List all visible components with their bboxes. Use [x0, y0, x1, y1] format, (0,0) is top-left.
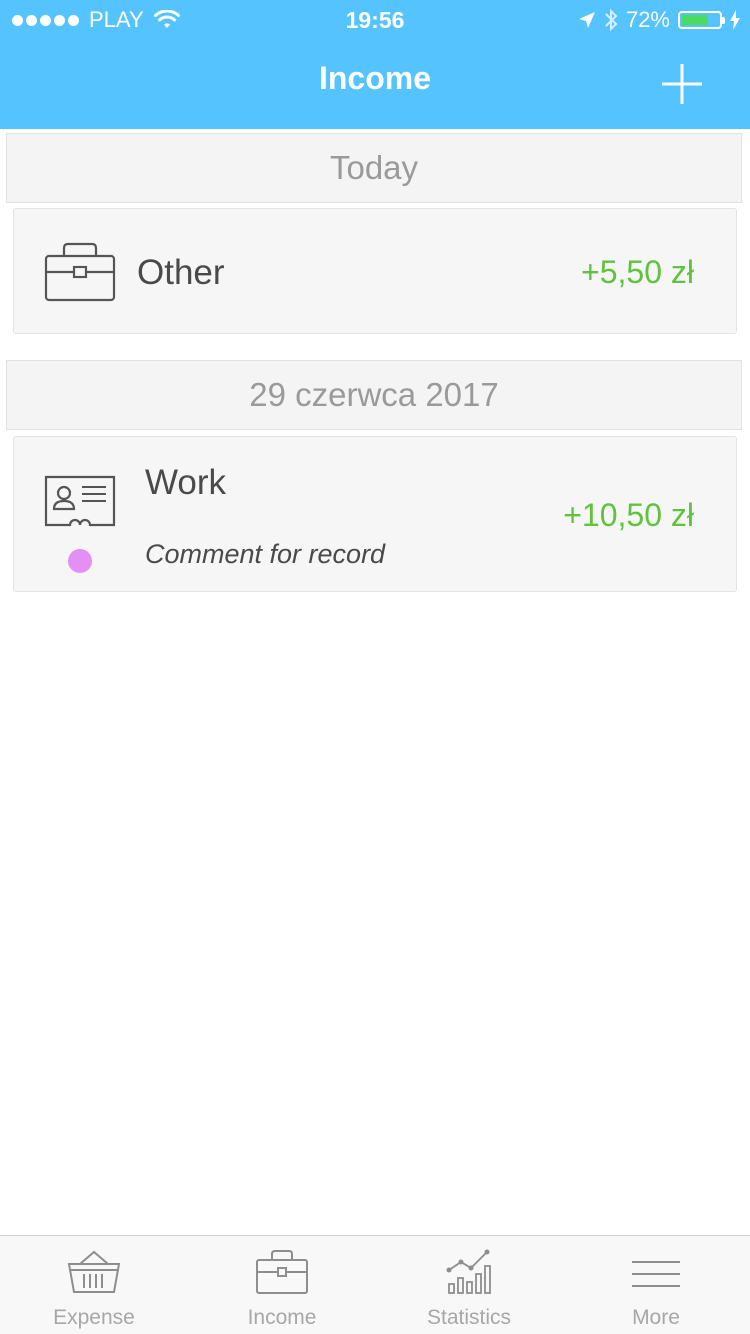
battery-icon — [678, 11, 725, 29]
record-comment: Comment for record — [145, 539, 386, 569]
basket-icon — [67, 1250, 121, 1293]
record-row-other[interactable]: Other +5,50 zł — [13, 208, 737, 334]
record-color-tag — [68, 549, 92, 573]
id-card-icon — [44, 475, 116, 527]
battery-fill — [682, 15, 708, 25]
tab-label: More — [632, 1306, 680, 1329]
chart-icon — [446, 1249, 491, 1294]
section-header-today: Today — [6, 133, 742, 203]
tab-statistics[interactable]: Statistics — [375, 1236, 563, 1334]
tab-label: Expense — [53, 1306, 135, 1329]
record-category: Work — [145, 463, 227, 502]
plus-icon — [662, 64, 702, 104]
status-bar: PLAY 19:56 72% — [0, 0, 750, 40]
page-title: Income — [318, 60, 432, 96]
tab-expense[interactable]: Expense — [0, 1236, 188, 1334]
record-category: Other — [137, 253, 225, 292]
location-arrow-icon — [578, 12, 595, 28]
briefcase-icon — [256, 1250, 308, 1294]
charging-bolt-icon — [730, 10, 740, 30]
record-amount: +10,50 zł — [563, 497, 694, 533]
battery-percent: 72% — [625, 7, 670, 32]
record-amount: +5,50 zł — [581, 254, 694, 290]
record-row-work[interactable]: Work Comment for record +10,50 zł — [13, 436, 737, 592]
section-header-date: 29 czerwca 2017 — [6, 360, 742, 430]
tab-label: Income — [247, 1306, 317, 1329]
status-right: 72% — [578, 0, 740, 40]
screen: PLAY 19:56 72% Income Today Other +5,50 … — [0, 0, 750, 1334]
tab-bar: Expense Income Statistics More — [0, 1235, 750, 1334]
tab-income[interactable]: Income — [188, 1236, 376, 1334]
bluetooth-icon — [605, 8, 618, 32]
tab-more[interactable]: More — [562, 1236, 750, 1334]
app-header: PLAY 19:56 72% Income — [0, 0, 750, 129]
tab-label: Statistics — [426, 1306, 512, 1329]
briefcase-icon — [44, 242, 116, 302]
add-record-button[interactable] — [656, 58, 708, 110]
menu-icon — [632, 1261, 680, 1287]
